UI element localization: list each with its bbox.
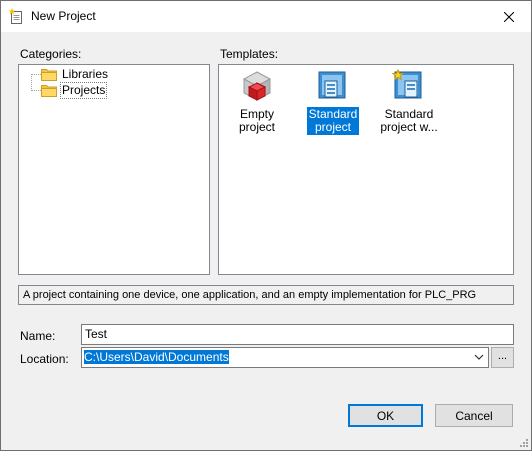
resize-grip-icon[interactable] xyxy=(517,436,529,448)
location-combobox[interactable]: C:\Users\David\Documents xyxy=(81,347,489,368)
chevron-down-icon[interactable] xyxy=(474,354,484,361)
template-description: A project containing one device, one app… xyxy=(18,285,514,305)
name-value: Test xyxy=(85,327,108,341)
template-standard-project[interactable]: Standard project xyxy=(297,69,369,135)
empty-project-icon xyxy=(242,71,272,101)
cancel-button-label: Cancel xyxy=(455,408,493,423)
templates-list[interactable]: Empty project Standard project Standard … xyxy=(218,64,514,275)
ok-button-label: OK xyxy=(376,408,395,423)
template-standard-project-line2: project xyxy=(314,120,351,134)
templates-label: Templates: xyxy=(220,47,279,61)
new-project-icon xyxy=(9,8,22,24)
category-projects-label: Projects xyxy=(60,81,108,99)
title-bar: New Project xyxy=(1,1,531,32)
categories-tree[interactable]: Libraries Projects xyxy=(18,64,210,275)
new-project-dialog: New Project Categories: Libraries Projec xyxy=(0,0,532,451)
close-icon xyxy=(503,11,514,22)
location-value: C:\Users\David\Documents xyxy=(84,350,229,364)
browse-button-label: ... xyxy=(497,349,508,362)
category-projects[interactable]: Projects xyxy=(41,81,108,99)
browse-button[interactable]: ... xyxy=(491,347,514,368)
template-standard-project-line1: Standard xyxy=(308,107,358,121)
template-standard-project-label: Standard project xyxy=(306,107,360,135)
standard-project-wizard-icon xyxy=(392,69,422,99)
cancel-button[interactable]: Cancel xyxy=(435,404,513,427)
standard-project-icon xyxy=(318,71,346,99)
template-standard-project-wizard-label: Standard project w... xyxy=(378,107,439,135)
template-standard-project-wizard-line1: Standard xyxy=(384,107,434,121)
category-libraries-label: Libraries xyxy=(62,66,109,81)
folder-icon xyxy=(41,69,57,81)
name-label: Name: xyxy=(20,329,56,343)
template-empty-project-label: Empty project xyxy=(238,107,276,134)
category-libraries[interactable]: Libraries xyxy=(41,66,110,82)
categories-label: Categories: xyxy=(20,47,82,61)
template-standard-project-wizard-line2: project w... xyxy=(380,120,438,134)
template-standard-project-wizard[interactable]: Standard project w... xyxy=(373,69,445,135)
close-button[interactable] xyxy=(486,1,531,32)
location-label: Location: xyxy=(20,352,69,366)
name-field[interactable]: Test xyxy=(81,324,514,345)
folder-icon xyxy=(41,85,57,97)
ok-button[interactable]: OK xyxy=(348,404,423,427)
template-empty-project[interactable]: Empty project xyxy=(221,69,293,135)
window-title: New Project xyxy=(31,9,96,23)
